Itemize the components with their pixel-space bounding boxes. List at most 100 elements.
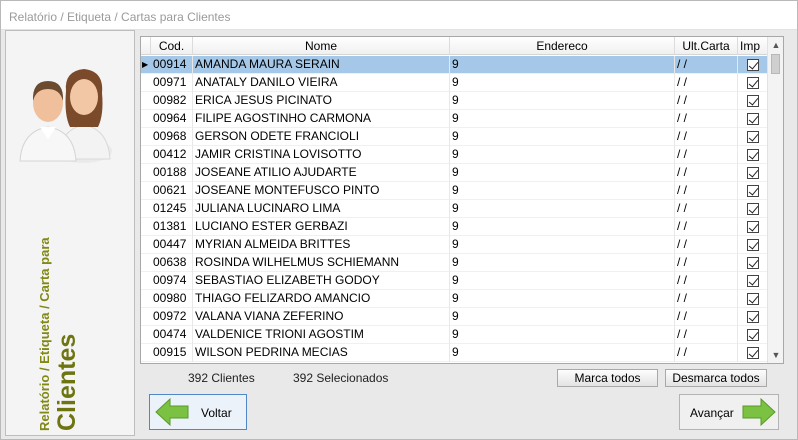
imp-checkbox[interactable] [747,311,759,323]
cell-imp[interactable] [738,344,768,362]
table-row[interactable]: 00474 VALDENICE TRIONI AGOSTIM 9/ / [141,326,768,344]
row-indicator [141,110,151,128]
imp-checkbox[interactable] [747,293,759,305]
header-nome[interactable]: Nome [193,37,450,55]
table-row[interactable]: 00621 JOSEANE MONTEFUSCO PINTO 9/ / [141,182,768,200]
table-row[interactable]: 01381 LUCIANO ESTER GERBAZI 9/ / [141,218,768,236]
table-row[interactable]: 00188 JOSEANE ATILIO AJUDARTE 9/ / [141,164,768,182]
table-row[interactable]: 00964 FILIPE AGOSTINHO CARMONA 9/ / [141,110,768,128]
table-row[interactable]: 00972 VALANA VIANA ZEFERINO 9/ / [141,308,768,326]
imp-checkbox[interactable] [747,131,759,143]
table-row[interactable]: 00971 ANATALY DANILO VIEIRA 9/ / [141,74,768,92]
table-row[interactable]: 00915 WILSON PEDRINA MECIAS 9/ / [141,344,768,362]
cell-ult-carta: / / [675,344,738,362]
left-panel: Relatório / Etiqueta / Carta para Client… [5,30,135,436]
cell-cod: 01245 [151,200,193,218]
cell-nome: VALANA VIANA ZEFERINO [193,308,450,326]
cell-imp[interactable] [738,92,768,110]
imp-checkbox[interactable] [747,203,759,215]
cell-ult-carta: / / [675,272,738,290]
header-cod[interactable]: Cod. [151,37,193,55]
cell-nome: ROSINDA WILHELMUS SCHIEMANN [193,254,450,272]
cell-cod: 00412 [151,146,193,164]
marca-todos-button[interactable]: Marca todos [557,369,658,387]
cell-ult-carta: / / [675,254,738,272]
cell-imp[interactable] [738,218,768,236]
cell-imp[interactable] [738,254,768,272]
cell-nome: FILIPE AGOSTINHO CARMONA [193,110,450,128]
header-ult-carta[interactable]: Ult.Carta [675,37,738,55]
cell-imp[interactable] [738,182,768,200]
cell-nome: GERSON ODETE FRANCIOLI [193,128,450,146]
clients-grid[interactable]: Cod. Nome Endereco Ult.Carta Imp ▶ 00914 A… [140,36,784,364]
imp-checkbox[interactable] [747,95,759,107]
imp-checkbox[interactable] [747,329,759,341]
scroll-thumb[interactable] [771,54,780,74]
table-row[interactable]: 00412 JAMIR CRISTINA LOVISOTTO 9/ / [141,146,768,164]
cell-imp[interactable] [738,236,768,254]
avancar-button[interactable]: Avançar [679,394,779,430]
main-window: Relatório / Etiqueta / Cartas para Clien… [0,0,798,440]
cell-cod: 00638 [151,254,193,272]
scroll-up-icon[interactable]: ▲ [768,37,783,53]
cell-cod: 00974 [151,272,193,290]
cell-imp[interactable] [738,146,768,164]
desmarca-todos-button[interactable]: Desmarca todos [665,369,767,387]
cell-imp[interactable] [738,164,768,182]
cell-endereco: 9 [450,182,675,200]
cell-imp[interactable] [738,128,768,146]
grid-rows: ▶ 00914 AMANDA MAURA SERAIN 9/ /00971 ANATAL… [141,56,768,362]
cell-imp[interactable] [738,290,768,308]
table-row[interactable]: ▶ 00914 AMANDA MAURA SERAIN 9/ / [141,56,768,74]
table-row[interactable]: 00447 MYRIAN ALMEIDA BRITTES 9/ / [141,236,768,254]
imp-checkbox[interactable] [747,113,759,125]
imp-checkbox[interactable] [747,59,759,71]
header-endereco[interactable]: Endereco [450,37,675,55]
row-indicator [141,164,151,182]
row-indicator [141,218,151,236]
imp-checkbox[interactable] [747,221,759,233]
imp-checkbox[interactable] [747,347,759,359]
cell-imp[interactable] [738,326,768,344]
imp-checkbox[interactable] [747,149,759,161]
table-row[interactable]: 00980 THIAGO FELIZARDO AMANCIO 9/ / [141,290,768,308]
cell-ult-carta: / / [675,146,738,164]
panel-title-line1: Relatório / Etiqueta / Carta para [37,237,52,431]
imp-checkbox[interactable] [747,167,759,179]
cell-imp[interactable] [738,110,768,128]
cell-imp[interactable] [738,272,768,290]
imp-checkbox[interactable] [747,239,759,251]
cell-nome: WILSON PEDRINA MECIAS [193,344,450,362]
cell-imp[interactable] [738,74,768,92]
row-indicator [141,344,151,362]
row-indicator [141,236,151,254]
header-imp[interactable]: Imp [738,37,768,55]
table-row[interactable]: 00638 ROSINDA WILHELMUS SCHIEMANN 9/ / [141,254,768,272]
cell-imp[interactable] [738,308,768,326]
imp-checkbox[interactable] [747,275,759,287]
table-row[interactable]: 00974 SEBASTIAO ELIZABETH GODOY 9/ / [141,272,768,290]
grid-header: Cod. Nome Endereco Ult.Carta Imp [141,37,768,55]
row-indicator: ▶ [142,60,149,69]
voltar-button[interactable]: Voltar [149,394,247,430]
arrow-right-icon [742,397,776,427]
vertical-scrollbar[interactable]: ▲ ▼ [767,37,783,363]
table-row[interactable]: 00982 ERICA JESUS PICINATO 9/ / [141,92,768,110]
row-indicator [141,92,151,110]
imp-checkbox[interactable] [747,185,759,197]
imp-checkbox[interactable] [747,77,759,89]
cell-imp[interactable] [738,56,768,74]
table-row[interactable]: 01245 JULIANA LUCINARO LIMA 9/ / [141,200,768,218]
cell-endereco: 9 [450,344,675,362]
imp-checkbox[interactable] [747,257,759,269]
cell-ult-carta: / / [675,218,738,236]
cell-cod: 00982 [151,92,193,110]
cell-ult-carta: / / [675,92,738,110]
cell-endereco: 9 [450,56,675,74]
cell-ult-carta: / / [675,110,738,128]
table-row[interactable]: 00968 GERSON ODETE FRANCIOLI 9/ / [141,128,768,146]
cell-imp[interactable] [738,200,768,218]
cell-endereco: 9 [450,164,675,182]
selecionados-count: 392 Selecionados [293,371,389,385]
scroll-down-icon[interactable]: ▼ [768,347,783,363]
